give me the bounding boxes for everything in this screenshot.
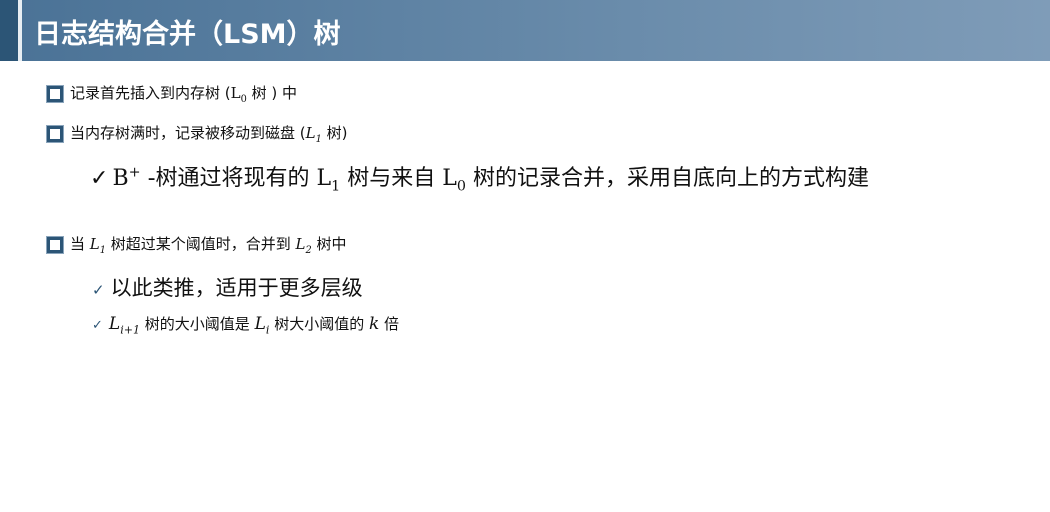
text: 以此类推，适用于更多层级: [110, 276, 363, 300]
math-var: L: [295, 235, 306, 253]
title-bar: 日志结构合并（LSM）树: [0, 0, 1050, 61]
math: L0: [442, 166, 466, 195]
math: Li+1: [108, 314, 141, 337]
math: B+: [112, 164, 141, 191]
text: 树与来自: [340, 166, 443, 191]
text: 记录首先插入到内存树 (: [70, 84, 231, 102]
math-var: L: [254, 314, 266, 334]
text: 树 ) 中: [246, 84, 297, 102]
math: L1: [305, 124, 322, 145]
square-bullet-icon: [47, 85, 63, 102]
text: 倍: [379, 315, 400, 333]
math-sup: +: [128, 164, 141, 181]
title-accent-strip: [0, 0, 18, 61]
text: -树通过将现有的: [140, 166, 317, 191]
math: L2: [295, 235, 312, 256]
math: L1: [316, 166, 341, 195]
math-var: k: [368, 314, 380, 334]
sub-bullet-3: ✓ Li+1 树的大小阈值是 Li 树大小阈值的 k 倍: [92, 313, 399, 336]
text: 树大小阈值的: [269, 315, 369, 333]
check-icon: ✓: [90, 166, 109, 191]
text: 当内存树满时，记录被移动到磁盘 (: [70, 124, 306, 142]
math: L0: [230, 84, 247, 105]
title-divider: [18, 0, 22, 61]
bullet-2: 当内存树满时，记录被移动到磁盘 (L1 树): [47, 122, 347, 145]
math-var: L: [316, 166, 332, 191]
math: L1: [89, 235, 106, 256]
sub-bullet-1: ✓ B+ -树通过将现有的 L1 树与来自 L0 树的记录合并，采用自底向上的方式…: [90, 160, 869, 195]
square-bullet-icon: [47, 125, 63, 142]
math-sub: 1: [331, 178, 341, 195]
math-var: L: [230, 84, 241, 102]
math-var: L: [108, 314, 121, 334]
math-var: L: [89, 235, 100, 253]
text: 树中: [311, 235, 347, 253]
text: 树的记录合并，采用自底向上的方式构建: [465, 166, 869, 191]
math: Li: [254, 314, 270, 336]
text: 树): [321, 124, 348, 142]
math-sub: i+1: [120, 323, 141, 337]
text: 树超过某个阈值时，合并到: [105, 235, 296, 253]
math-sub: 0: [456, 178, 466, 195]
check-icon: ✓: [92, 318, 103, 333]
check-icon: ✓: [92, 281, 105, 299]
bullet-3: 当 L1 树超过某个阈值时，合并到 L2 树中: [47, 233, 346, 256]
slide-title: 日志结构合并（LSM）树: [34, 19, 341, 50]
sub-bullet-2: ✓ 以此类推，适用于更多层级: [92, 272, 363, 302]
math-var: L: [305, 124, 316, 142]
text: 树的大小阈值是: [140, 315, 255, 333]
square-bullet-icon: [47, 236, 63, 253]
bullet-1: 记录首先插入到内存树 (L0 树 ) 中: [47, 82, 297, 105]
text: 当: [70, 235, 90, 253]
math-var: L: [442, 166, 457, 191]
math-var: B: [112, 166, 129, 191]
